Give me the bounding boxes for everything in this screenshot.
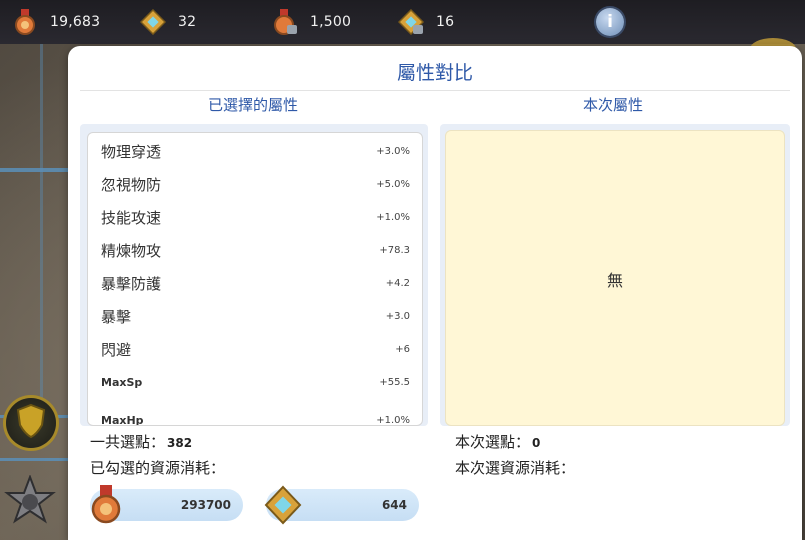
resource-gems: 32	[140, 8, 196, 36]
locked-gem-cluster-icon	[398, 9, 424, 35]
gem-cluster-icon	[264, 485, 302, 525]
list-item: 暴擊防護 +4.2	[88, 265, 422, 298]
stat-name: 忽視物防	[101, 176, 162, 194]
title-divider	[80, 90, 790, 91]
current-attributes-box: 無	[445, 130, 785, 426]
list-item: MaxHp +1.0%	[88, 397, 422, 426]
stat-value: +3.0	[385, 311, 410, 322]
guild-shield-button[interactable]	[6, 398, 56, 448]
stat-value: +5.0%	[376, 179, 410, 190]
shield-icon	[15, 403, 47, 443]
list-item: 暴擊 +3.0	[88, 298, 422, 331]
emblem-button[interactable]	[2, 474, 58, 533]
gem-cost-value: 644	[381, 498, 407, 512]
locked-medal-count: 1,500	[310, 14, 352, 30]
stat-value: +1.0%	[376, 212, 410, 223]
medal-cost-value: 293700	[180, 498, 231, 512]
total-points: 一共選點： 382	[90, 431, 192, 452]
stat-name: MaxHp	[101, 414, 144, 426]
stat-name: 精煉物攻	[101, 242, 162, 260]
stat-name: 閃避	[101, 341, 132, 359]
current-attributes-header: 本次屬性	[582, 96, 643, 114]
stat-name: 暴擊	[101, 308, 132, 326]
stat-value: +55.5	[379, 377, 410, 388]
current-points: 本次選點： 0	[455, 431, 540, 452]
resource-bar: 19,683 32 1,500 16 i	[0, 0, 805, 44]
list-item: MaxSp +55.5	[88, 364, 422, 397]
list-item: 物理穿透 +3.0%	[88, 133, 422, 166]
attribute-compare-dialog: 屬性對比 已選擇的屬性 本次屬性 物理穿透 +3.0% 忽視物防 +5.0% 技…	[68, 46, 802, 540]
stat-name: 暴擊防護	[101, 275, 162, 293]
current-points-value: 0	[532, 436, 541, 450]
medal-count: 19,683	[50, 14, 101, 30]
stat-name: MaxSp	[101, 376, 143, 389]
stat-name: 物理穿透	[101, 143, 162, 161]
selected-cost-label: 已勾選的資源消耗：	[90, 459, 226, 477]
gem-count: 32	[178, 14, 197, 30]
resource-medal: 19,683	[12, 8, 100, 36]
map-path-line	[0, 458, 70, 461]
map-path-line	[40, 44, 43, 424]
list-item: 閃避 +6	[88, 331, 422, 364]
gem-cluster-icon	[140, 9, 166, 35]
stat-name: 技能攻速	[101, 209, 162, 227]
stat-value: +1.0%	[376, 415, 410, 426]
list-item: 精煉物攻 +78.3	[88, 232, 422, 265]
emblem-icon	[3, 474, 57, 533]
dialog-title: 屬性對比	[396, 62, 473, 84]
stat-value: +6	[395, 344, 410, 355]
current-points-label: 本次選點：	[455, 433, 531, 451]
list-item: 技能攻速 +1.0%	[88, 199, 422, 232]
medal-icon	[12, 9, 38, 35]
resource-locked-gems: 16	[398, 8, 454, 36]
list-item: 忽視物防 +5.0%	[88, 166, 422, 199]
current-cost-label: 本次選資源消耗：	[455, 459, 576, 477]
attribute-list[interactable]: 物理穿透 +3.0% 忽視物防 +5.0% 技能攻速 +1.0% 精煉物攻 +7…	[87, 132, 423, 426]
medal-icon	[88, 485, 124, 525]
stat-value: +3.0%	[376, 146, 410, 157]
info-button[interactable]: i	[596, 8, 624, 36]
no-attributes-text: 無	[606, 271, 623, 290]
locked-medal-icon	[272, 9, 298, 35]
total-points-value: 382	[167, 436, 193, 450]
selected-attributes-header: 已選擇的屬性	[207, 96, 298, 114]
resource-locked-medal: 1,500	[272, 8, 351, 36]
stat-value: +4.2	[385, 278, 410, 289]
map-path-line	[0, 168, 70, 172]
stat-value: +78.3	[379, 245, 410, 256]
locked-gem-count: 16	[436, 14, 455, 30]
total-points-label: 一共選點：	[90, 433, 166, 451]
